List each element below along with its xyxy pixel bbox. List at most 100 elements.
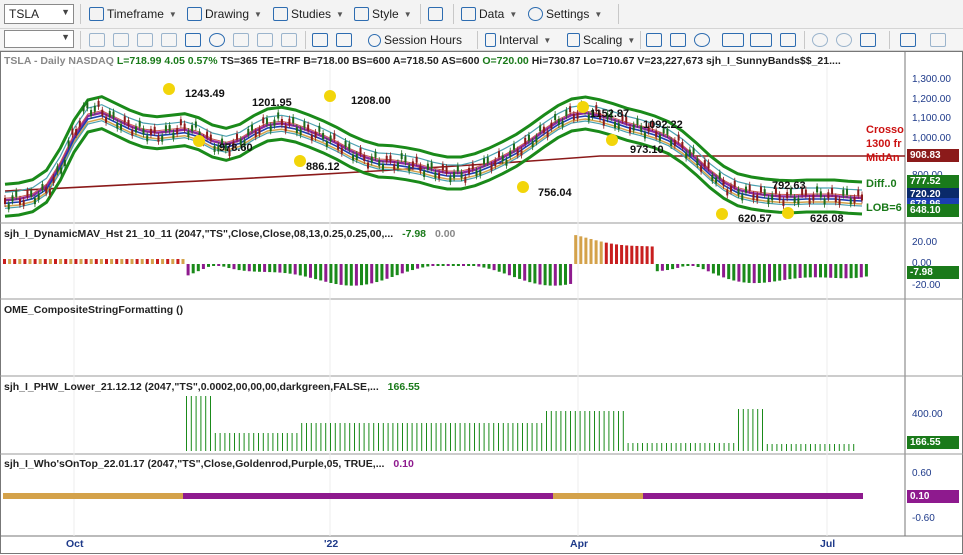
- candle-body: [340, 147, 343, 154]
- price-annotation: 886.12: [306, 161, 340, 173]
- phw-bar: [498, 423, 499, 451]
- symbol-text: TSLA: [9, 7, 40, 21]
- phw-bar: [747, 409, 749, 451]
- fit-icon[interactable]: [860, 33, 876, 47]
- phw-axis-label: 400.00: [912, 409, 943, 420]
- chart-application: TSLA ▼ Timeframe ▼ Drawing ▼ Studies ▼ S…: [0, 0, 963, 555]
- histogram-bar: [441, 264, 445, 266]
- candle-body: [134, 126, 137, 133]
- candle-body: [127, 120, 130, 127]
- phw-bar: [253, 433, 255, 451]
- candle-body: [763, 189, 766, 196]
- histogram-bar: [252, 264, 256, 272]
- price-annotation: 756.04: [538, 187, 572, 199]
- phw-bar: [397, 423, 399, 451]
- candle-body: [483, 158, 486, 165]
- phw-bar: [627, 443, 629, 451]
- candle-body: [322, 133, 325, 140]
- symbol-input[interactable]: TSLA ▼: [4, 4, 74, 24]
- gear-icon[interactable]: [312, 33, 328, 47]
- text-icon[interactable]: [233, 33, 249, 47]
- candle-body: [771, 194, 774, 201]
- histogram-bar: [303, 264, 307, 277]
- arrow-icon[interactable]: [161, 33, 177, 47]
- crosshair-icon[interactable]: [185, 33, 201, 47]
- histogram-bar: [502, 264, 506, 274]
- studies-menu[interactable]: Studies ▼: [273, 4, 344, 24]
- chevron-down-icon: ▼: [543, 35, 552, 45]
- point-icon[interactable]: [694, 33, 710, 47]
- clock-icon[interactable]: [209, 33, 225, 47]
- signal-marker: [577, 101, 589, 113]
- settings-menu[interactable]: Settings ▼: [528, 4, 602, 24]
- phw-bar: [704, 443, 706, 451]
- link-icon[interactable]: [89, 33, 105, 47]
- chart-canvas[interactable]: [0, 51, 963, 555]
- bar-chart-icon[interactable]: [646, 33, 662, 47]
- session-hours-button[interactable]: Session Hours: [368, 30, 462, 50]
- histogram-bar: [314, 264, 318, 280]
- histogram-bar: [349, 264, 353, 286]
- histogram-bar: [472, 264, 476, 266]
- histogram-bar: [752, 264, 756, 284]
- candle-body: [819, 191, 822, 198]
- copy-icon[interactable]: [137, 33, 153, 47]
- candle-body: [453, 172, 456, 179]
- candlestick-icon[interactable]: [670, 33, 686, 47]
- data-icon: [461, 7, 476, 21]
- candle-body: [490, 164, 493, 171]
- timeframe-menu[interactable]: Timeframe ▼: [89, 4, 177, 24]
- candle-body: [411, 161, 414, 168]
- phw-bar: [440, 423, 442, 451]
- candles-icon[interactable]: [750, 33, 772, 47]
- histogram-bar: [701, 264, 705, 270]
- candle-body: [460, 172, 463, 179]
- histogram-bar: [84, 259, 88, 264]
- histogram-bar: [732, 264, 736, 281]
- price-axis-label: 1,300.00: [912, 74, 951, 85]
- gear-icon: [528, 7, 543, 21]
- toggle-icon[interactable]: [930, 33, 946, 47]
- histogram-bar: [385, 264, 389, 279]
- scroll-icon[interactable]: [780, 33, 796, 47]
- phw-bar: [435, 423, 437, 451]
- candle-body: [494, 160, 497, 167]
- candle-body: [254, 131, 257, 138]
- chart-area[interactable]: TSLA - Daily NASDAQ L=718.99 4.05 0.57% …: [0, 51, 963, 555]
- histogram-bar: [400, 264, 404, 274]
- candle-body: [344, 140, 347, 147]
- histogram-bar: [696, 264, 700, 268]
- layout-button[interactable]: [428, 4, 443, 24]
- link-icon[interactable]: [113, 33, 129, 47]
- interval-menu[interactable]: Interval ▼: [485, 30, 551, 50]
- timeframe-input[interactable]: ▼: [4, 30, 74, 48]
- data-menu[interactable]: Data ▼: [461, 4, 517, 24]
- phw-bar: [488, 423, 490, 451]
- phw-bar: [205, 396, 207, 451]
- indicator-icon[interactable]: [336, 33, 352, 47]
- histogram-bar: [135, 259, 139, 264]
- phw-bar: [680, 443, 682, 451]
- phw-bar: [632, 443, 634, 451]
- channel-icon[interactable]: [281, 33, 297, 47]
- histogram-bar: [79, 259, 83, 264]
- candle-body: [632, 124, 635, 131]
- drawing-menu[interactable]: Drawing ▼: [187, 4, 262, 24]
- candle-body: [97, 100, 100, 107]
- phw-bar: [522, 423, 523, 451]
- chevron-down-icon[interactable]: ▼: [61, 7, 70, 17]
- candle-body: [520, 149, 523, 156]
- chevron-down-icon[interactable]: ▼: [61, 32, 70, 42]
- candle-body: [726, 189, 729, 196]
- zoom-bars-icon[interactable]: [722, 33, 744, 47]
- phw-bar: [848, 444, 850, 451]
- zoom-out-icon[interactable]: [836, 33, 852, 47]
- phw-bar: [243, 433, 245, 451]
- scaling-menu[interactable]: Scaling ▼: [567, 30, 635, 50]
- add-chart-icon[interactable]: [900, 33, 916, 47]
- phw-bar: [584, 411, 586, 451]
- zoom-in-icon[interactable]: [812, 33, 828, 47]
- trendline-icon[interactable]: [257, 33, 273, 47]
- style-menu[interactable]: Style ▼: [354, 4, 412, 24]
- candle-body: [381, 164, 384, 171]
